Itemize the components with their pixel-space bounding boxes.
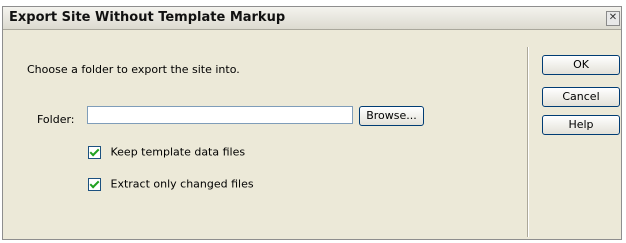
extract-changed-files-label: Extract only changed files	[110, 177, 254, 191]
dialog-title: Export Site Without Template Markup	[9, 10, 286, 25]
extract-changed-files-option[interactable]: Extract only changed files	[88, 177, 254, 191]
title-bar[interactable]: Export Site Without Template Markup ✕	[3, 7, 621, 30]
help-button[interactable]: Help	[542, 115, 620, 135]
cancel-button[interactable]: Cancel	[542, 87, 620, 107]
folder-path-input[interactable]	[87, 106, 353, 124]
close-icon[interactable]: ✕	[606, 11, 620, 26]
keep-template-data-option[interactable]: Keep template data files	[88, 145, 245, 159]
keep-template-data-label: Keep template data files	[110, 145, 246, 159]
extract-changed-files-checkbox[interactable]	[88, 177, 101, 191]
vertical-divider	[527, 47, 529, 237]
folder-label: Folder:	[37, 113, 75, 126]
keep-template-data-checkbox[interactable]	[88, 145, 101, 159]
browse-button[interactable]: Browse...	[359, 106, 424, 126]
export-dialog: Export Site Without Template Markup ✕ Ch…	[2, 6, 622, 240]
ok-button[interactable]: OK	[542, 55, 620, 75]
instruction-text: Choose a folder to export the site into.	[27, 63, 240, 76]
